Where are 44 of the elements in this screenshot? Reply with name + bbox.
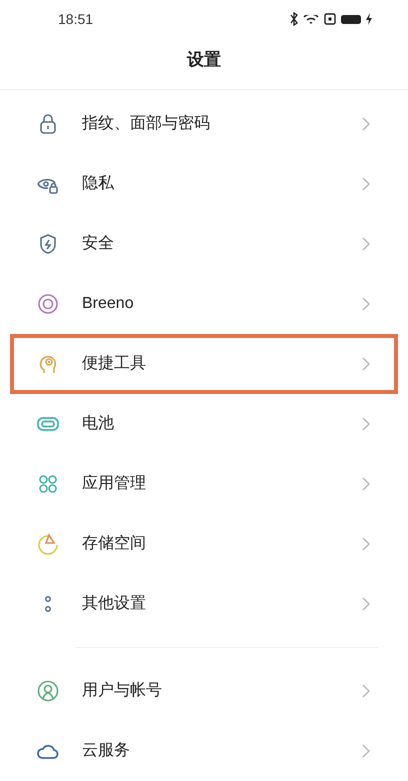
item-label: 用户与帐号 (82, 680, 163, 701)
page-title: 设置 (187, 49, 221, 72)
chevron-icon (362, 684, 370, 698)
item-label: 电池 (82, 414, 115, 434)
chevron-icon (362, 297, 370, 311)
item-label: 指纹、面部与密码 (82, 114, 211, 134)
settings-item[interactable]: 应用管理 (0, 454, 408, 514)
chevron-icon (362, 744, 370, 758)
settings-item[interactable]: 指纹、面部与密码 (0, 94, 408, 154)
ring-icon (36, 292, 60, 316)
item-label: 云服务 (82, 741, 131, 761)
settings-item[interactable]: Breeno (0, 274, 408, 334)
chevron-icon (362, 237, 370, 251)
pie-chart-icon (36, 532, 60, 556)
chevron-icon (362, 357, 370, 371)
settings-item[interactable]: 用户与帐号 (0, 661, 408, 721)
item-label: 便捷工具 (82, 354, 147, 374)
settings-item[interactable]: 安全 (0, 214, 408, 274)
sim-icon (324, 13, 336, 26)
chevron-icon (362, 477, 370, 491)
settings-item[interactable]: 存储空间 (0, 514, 408, 574)
settings-item[interactable]: 便捷工具 (10, 334, 398, 394)
item-label: 隐私 (82, 174, 115, 194)
chevron-icon (362, 417, 370, 431)
settings-item[interactable]: 云服务 (0, 721, 408, 781)
chevron-icon (362, 597, 370, 611)
item-label: 存储空间 (82, 534, 147, 554)
chevron-icon (362, 177, 370, 191)
item-label: Breeno (82, 294, 135, 314)
settings-item[interactable]: 其他设置 (0, 574, 408, 634)
status-time: 18:51 (58, 10, 94, 29)
user-icon (36, 679, 60, 703)
settings-item[interactable]: 隐私 (0, 154, 408, 214)
charging-icon (366, 13, 372, 26)
wifi-icon (303, 14, 319, 24)
item-label: 安全 (82, 234, 115, 254)
chevron-icon (362, 117, 370, 131)
battery-status-icon (341, 14, 361, 24)
item-label: 其他设置 (82, 594, 147, 614)
item-label: 应用管理 (82, 474, 147, 494)
settings-item[interactable]: 电池 (0, 394, 408, 454)
dots-icon (45, 596, 51, 612)
bluetooth-icon (290, 12, 298, 26)
chevron-icon (362, 537, 370, 551)
